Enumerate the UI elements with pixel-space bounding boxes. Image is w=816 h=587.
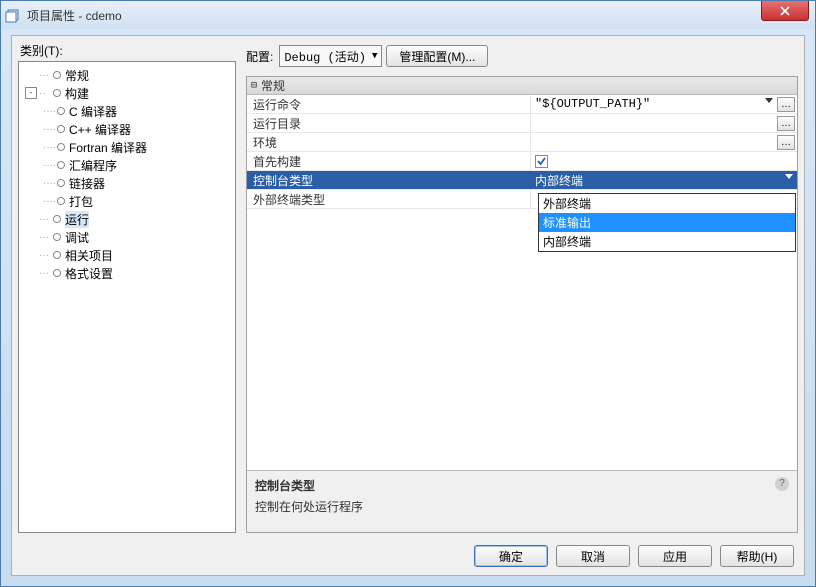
browse-button[interactable]: …	[777, 135, 795, 150]
help-button[interactable]: 帮助(H)	[720, 545, 794, 567]
category-sidebar: 类别(T): ···常规 -··构建 ····C 编译器 ····C++ 编译器…	[18, 42, 236, 533]
config-label: 配置:	[246, 48, 273, 65]
prop-console-type[interactable]: 控制台类型 内部终端	[247, 171, 797, 190]
chevron-down-icon[interactable]	[785, 174, 793, 179]
manage-config-button[interactable]: 管理配置(M)...	[386, 45, 488, 67]
description-panel: ? 控制台类型 控制在何处运行程序	[247, 470, 797, 532]
tree-item-related[interactable]: ···相关项目	[21, 246, 233, 264]
browse-button[interactable]: …	[777, 116, 795, 131]
tree-item-c-compiler[interactable]: ····C 编译器	[39, 102, 233, 120]
titlebar[interactable]: 项目属性 - cdemo	[1, 1, 815, 29]
tree-item-formatting[interactable]: ···格式设置	[21, 264, 233, 282]
tree-item-cpp-compiler[interactable]: ····C++ 编译器	[39, 120, 233, 138]
chevron-down-icon[interactable]	[765, 98, 773, 103]
dropdown-option-external[interactable]: 外部终端	[539, 194, 795, 213]
tree-item-fortran-compiler[interactable]: ····Fortran 编译器	[39, 138, 233, 156]
tree-item-debug[interactable]: ···调试	[21, 228, 233, 246]
dialog-window: 项目属性 - cdemo 类别(T): ···常规 -··构建 ····C 编译…	[0, 0, 816, 587]
main-panel: 配置: Debug (活动) ▼ 管理配置(M)... ⊟ 常规 运行命令	[246, 42, 798, 533]
apply-button[interactable]: 应用	[638, 545, 712, 567]
tree-item-run[interactable]: ···运行	[21, 210, 233, 228]
description-title: 控制台类型	[255, 477, 789, 494]
properties-panel: ⊟ 常规 运行命令 "${OUTPUT_PATH}" … 运行目录 …	[246, 76, 798, 533]
close-button[interactable]	[761, 1, 809, 21]
category-label: 类别(T):	[18, 42, 236, 59]
tree-item-general[interactable]: ···常规	[21, 66, 233, 84]
dropdown-option-internal[interactable]: 内部终端	[539, 232, 795, 251]
tree-item-assembler[interactable]: ····汇编程序	[39, 156, 233, 174]
build-first-checkbox[interactable]	[535, 155, 548, 168]
tree-item-linker[interactable]: ····链接器	[39, 174, 233, 192]
collapse-icon[interactable]: ⊟	[251, 80, 257, 91]
tree-item-packager[interactable]: ····打包	[39, 192, 233, 210]
browse-button[interactable]: …	[777, 97, 795, 112]
prop-run-dir[interactable]: 运行目录 …	[247, 114, 797, 133]
category-tree[interactable]: ···常规 -··构建 ····C 编译器 ····C++ 编译器 ····Fo…	[18, 61, 236, 533]
ok-button[interactable]: 确定	[474, 545, 548, 567]
tree-item-build[interactable]: -··构建	[21, 84, 233, 102]
dialog-content: 类别(T): ···常规 -··构建 ····C 编译器 ····C++ 编译器…	[11, 35, 805, 576]
cancel-button[interactable]: 取消	[556, 545, 630, 567]
prop-run-command[interactable]: 运行命令 "${OUTPUT_PATH}" …	[247, 95, 797, 114]
config-select[interactable]: Debug (活动) ▼	[279, 45, 382, 67]
dropdown-option-stdout[interactable]: 标准输出	[539, 213, 795, 232]
dialog-buttons: 确定 取消 应用 帮助(H)	[474, 545, 794, 567]
window-title: 项目属性 - cdemo	[27, 7, 122, 24]
section-header[interactable]: ⊟ 常规	[247, 77, 797, 95]
app-icon	[5, 7, 21, 23]
prop-build-first[interactable]: 首先构建	[247, 152, 797, 171]
chevron-down-icon: ▼	[372, 51, 377, 61]
console-type-dropdown[interactable]: 外部终端 标准输出 内部终端	[538, 193, 796, 252]
config-row: 配置: Debug (活动) ▼ 管理配置(M)...	[246, 42, 798, 70]
prop-env[interactable]: 环境 …	[247, 133, 797, 152]
description-body: 控制在何处运行程序	[255, 498, 789, 515]
help-icon[interactable]: ?	[775, 477, 789, 491]
collapse-icon[interactable]: -	[25, 87, 37, 99]
